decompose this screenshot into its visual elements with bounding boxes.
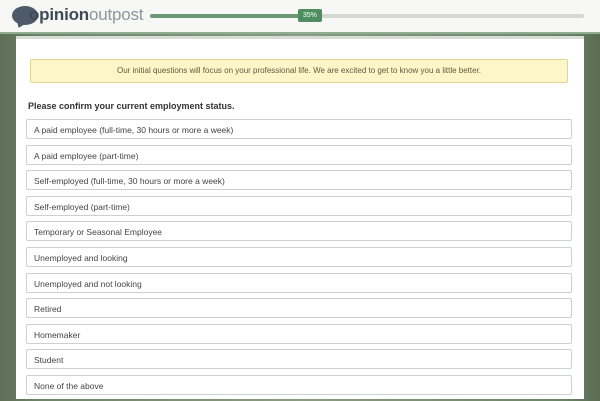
answer-option[interactable]: Student [26,349,572,370]
answer-option[interactable]: Unemployed and not looking [26,272,572,293]
progress-fill [150,14,302,18]
progress-percent-badge: 35% [297,9,322,22]
answer-option[interactable]: A paid employee (full-time, 30 hours or … [26,119,572,139]
answer-option[interactable]: Homemaker [26,323,572,344]
answer-options: A paid employee (full-time, 30 hours or … [26,119,572,401]
answer-option[interactable]: Self-employed (full-time, 30 hours or mo… [26,170,572,191]
answer-option[interactable]: Self-employed (part-time) [26,195,572,216]
logo-word-opinion: opinion [29,5,89,24]
survey-card: Our initial questions will focus on your… [16,36,584,399]
logo-word-outpost: outpost [88,5,144,24]
answer-option[interactable]: Unemployed and looking [26,246,572,267]
logo-text: opinionoutpost [29,5,144,25]
progress-bar: 35% [150,9,584,22]
answer-option[interactable]: A paid employee (part-time) [26,144,572,165]
top-header: opinionoutpost 35% [0,0,600,34]
question-text: Please confirm your current employment s… [28,101,235,111]
info-notice: Our initial questions will focus on your… [30,59,568,83]
answer-option[interactable]: Retired [26,298,572,319]
answer-option[interactable]: Temporary or Seasonal Employee [26,221,572,242]
